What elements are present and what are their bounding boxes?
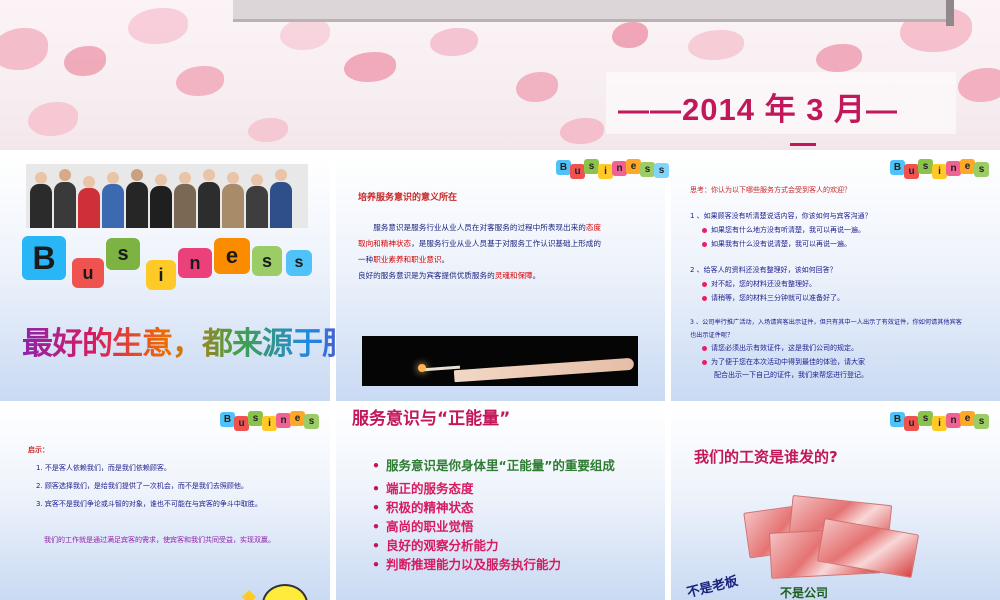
slide5-list: 服务意识是你身体里“正能量”的重要组成 端正的服务态度 积极的精神状态 高尚的职…: [372, 456, 662, 574]
slide3-q2-option-a: 对不起，您的材料还没有整理好。: [702, 278, 816, 291]
bullet-icon: [702, 295, 707, 301]
logo-tile: s: [252, 246, 282, 276]
bullet-icon: [702, 227, 707, 233]
slide4-item-2: 2. 顾客选择我们，是给我们提供了一次机会，而不是我们去照顾他。: [36, 482, 248, 490]
logo-tile: u: [72, 258, 104, 288]
petal-decoration: [280, 18, 330, 50]
list-item: 高尚的职业觉悟: [372, 517, 662, 536]
list-item: 服务意识是你身体里“正能量”的重要组成: [372, 456, 662, 475]
slide2-body: 服务意识是服务行业从业人员在对客服务的过程中所表现出来的态度 取向和精神状态，是…: [358, 223, 601, 280]
slide1-slogan: 最好的生意，都来源于服务: [22, 318, 383, 363]
bullet-icon: [702, 241, 707, 247]
header-bar: [233, 0, 951, 22]
slide4-item-3: 3. 宾客不是我们争论或斗智的对象，谁也不可能在与宾客的争斗中取胜。: [36, 500, 262, 508]
petal-decoration: [344, 52, 396, 82]
slide3-q2: 2 、给客人的资料还没有整理好，该如何回答？: [690, 266, 837, 274]
business-logo-small: B u s i n e s s: [556, 158, 669, 180]
slide3-q3-option-b: 为了便于您在本次活动中得到最佳的体验，请大家: [702, 356, 865, 369]
title-slide-banner[interactable]: ——2014 年 3 月—: [0, 0, 1000, 152]
logo-tile: B: [22, 236, 66, 280]
petal-decoration: [248, 118, 288, 142]
date-underline: [790, 143, 816, 146]
slide2-title: 培养服务意识的意义所在: [358, 193, 458, 203]
header-bar-edge: [946, 0, 954, 26]
bullet-icon: [702, 345, 707, 351]
petal-decoration: [560, 118, 604, 144]
petal-decoration: [64, 46, 106, 76]
slide3-q3: 3 、公司举行推广活动，入场请宾客出示证件，但只有其中一人出示了有效证件，你如何…: [690, 319, 962, 326]
business-logo-small: B u s i n e s: [220, 410, 330, 432]
logo-tile: i: [146, 260, 176, 290]
petal-decoration: [176, 66, 224, 96]
list-item: 积极的精神状态: [372, 498, 662, 517]
logo-tile: n: [178, 248, 212, 278]
presentation-date: ——2014 年 3 月—: [618, 92, 899, 127]
logo-tile: s: [106, 238, 140, 270]
petal-decoration: [28, 102, 78, 136]
slide3-q3-option-b-cont: 配合出示一下自己的证件，我们来帮您进行登记。: [714, 371, 868, 379]
slide-sorter-view: ——2014 年 3 月— B u s i n e s s 最好的生意，都来源于…: [0, 0, 1000, 600]
logo-tile: s: [286, 250, 312, 276]
slide4-summary: 我们的工作就是通过满足宾客的需求，使宾客和我们共同受益，实现双赢。: [44, 536, 275, 544]
petal-decoration: [0, 28, 48, 70]
slide4-item-1: 1. 不是客人依赖我们，而是我们依赖顾客。: [36, 464, 171, 472]
slide5-heading: 服务意识与“正能量”: [352, 409, 511, 429]
petal-decoration: [958, 68, 1000, 102]
logo-tile: e: [214, 238, 250, 274]
bullet-icon: [702, 359, 707, 365]
slide3-q3-continued: 也出示证件呢？: [690, 332, 734, 339]
hand-candle-image: [362, 336, 638, 386]
slide3-q1-option-a: 如果您有什么地方没有听清楚，我可以再说一遍。: [702, 224, 865, 237]
slide4-title: 启示：: [28, 446, 49, 454]
list-item: 良好的观察分析能力: [372, 536, 662, 555]
list-item: 判断推理能力以及服务执行能力: [372, 555, 662, 574]
business-logo-small: B u s i n e s: [890, 410, 1000, 432]
list-item: 端正的服务态度: [372, 479, 662, 498]
slide3-q2-option-b: 请稍等，您的材料三分钟就可以准备好了。: [702, 292, 844, 305]
petal-decoration: [688, 30, 744, 60]
slide6-text-2: 不是公司: [780, 586, 829, 600]
petal-decoration: [516, 72, 558, 102]
business-logo-small: B u s i n e s: [890, 158, 1000, 180]
petal-decoration: [816, 44, 862, 72]
slide6-heading: 我们的工资是谁发的?: [694, 448, 838, 466]
bullet-icon: [702, 281, 707, 287]
slide3-q3-option-a: 请您必须出示有效证件，这是我们公司的规定。: [702, 342, 858, 355]
slide3-question: 思考：你认为以下哪些服务方式会受到客人的欢迎？: [690, 186, 851, 194]
petal-decoration: [430, 28, 478, 56]
slide3-q1-option-b: 如果我有什么没有说清楚，我可以再说一遍。: [702, 238, 851, 251]
business-team-photo: [26, 164, 308, 228]
petal-decoration: [128, 8, 188, 44]
petal-decoration: [612, 22, 648, 48]
slide3-q1: 1 、如果顾客没有听清楚说话内容，你该如何与宾客沟通？: [690, 212, 872, 220]
